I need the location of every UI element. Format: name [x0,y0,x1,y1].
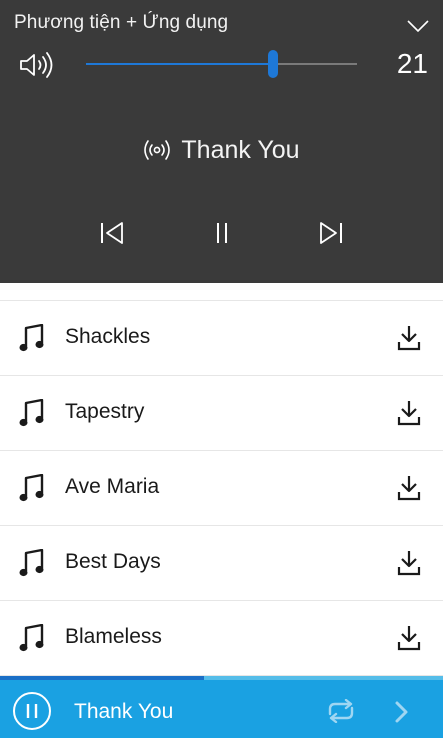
volume-flyout: Phương tiện + Ứng dụng 21 Thank You [0,0,443,283]
download-icon[interactable] [397,400,421,426]
pause-icon [217,223,227,243]
chevron-down-icon [407,20,429,32]
music-note-icon [19,548,45,579]
song-title: Best Days [65,550,161,573]
download-icon[interactable] [397,475,421,501]
flyout-title: Phương tiện + Ứng dụng [14,12,229,33]
volume-slider-thumb[interactable] [268,50,278,78]
now-playing: Thank You [0,133,443,167]
music-note-icon [19,398,45,429]
pause-circle-icon [13,692,51,730]
song-list: Shackles Tapestry Ave Maria Best Days Blamel… [0,283,443,676]
song-row[interactable]: Tapestry [0,376,443,451]
now-playing-title: Thank You [181,135,300,164]
previous-track-icon [101,222,123,244]
transport-controls [0,218,443,248]
pause-button[interactable] [207,218,237,248]
repeat-button[interactable] [324,698,358,724]
next-button[interactable] [316,218,346,248]
song-title: Shackles [65,325,151,348]
music-note-icon [19,323,45,354]
mini-player: Thank You [0,676,443,738]
download-icon[interactable] [397,325,421,351]
mini-pause-button[interactable] [12,691,52,731]
broadcast-icon [143,139,171,161]
music-note-icon [19,473,45,504]
song-row[interactable]: Best Days [0,526,443,601]
repeat-icon [328,698,354,724]
mini-next-button[interactable] [392,700,412,724]
speaker-icon [20,52,53,78]
download-icon[interactable] [397,550,421,576]
collapse-button[interactable] [405,16,431,36]
volume-slider[interactable] [86,50,357,78]
download-icon[interactable] [397,625,421,651]
song-title: Blameless [65,625,162,648]
mini-progress-bar [0,676,204,680]
mute-button[interactable] [18,50,56,80]
next-track-icon [320,222,342,244]
volume-value: 21 [396,48,428,79]
song-row[interactable]: Ave Maria [0,451,443,526]
volume-slider-fill [86,63,273,65]
previous-button[interactable] [97,218,127,248]
mini-player-title[interactable]: Thank You [74,700,173,724]
song-row[interactable]: Shackles [0,301,443,376]
chevron-right-icon [395,701,408,723]
music-note-icon [19,623,45,654]
song-title: Ave Maria [65,475,160,498]
song-title: Tapestry [65,400,145,423]
song-row[interactable]: Blameless [0,601,443,676]
